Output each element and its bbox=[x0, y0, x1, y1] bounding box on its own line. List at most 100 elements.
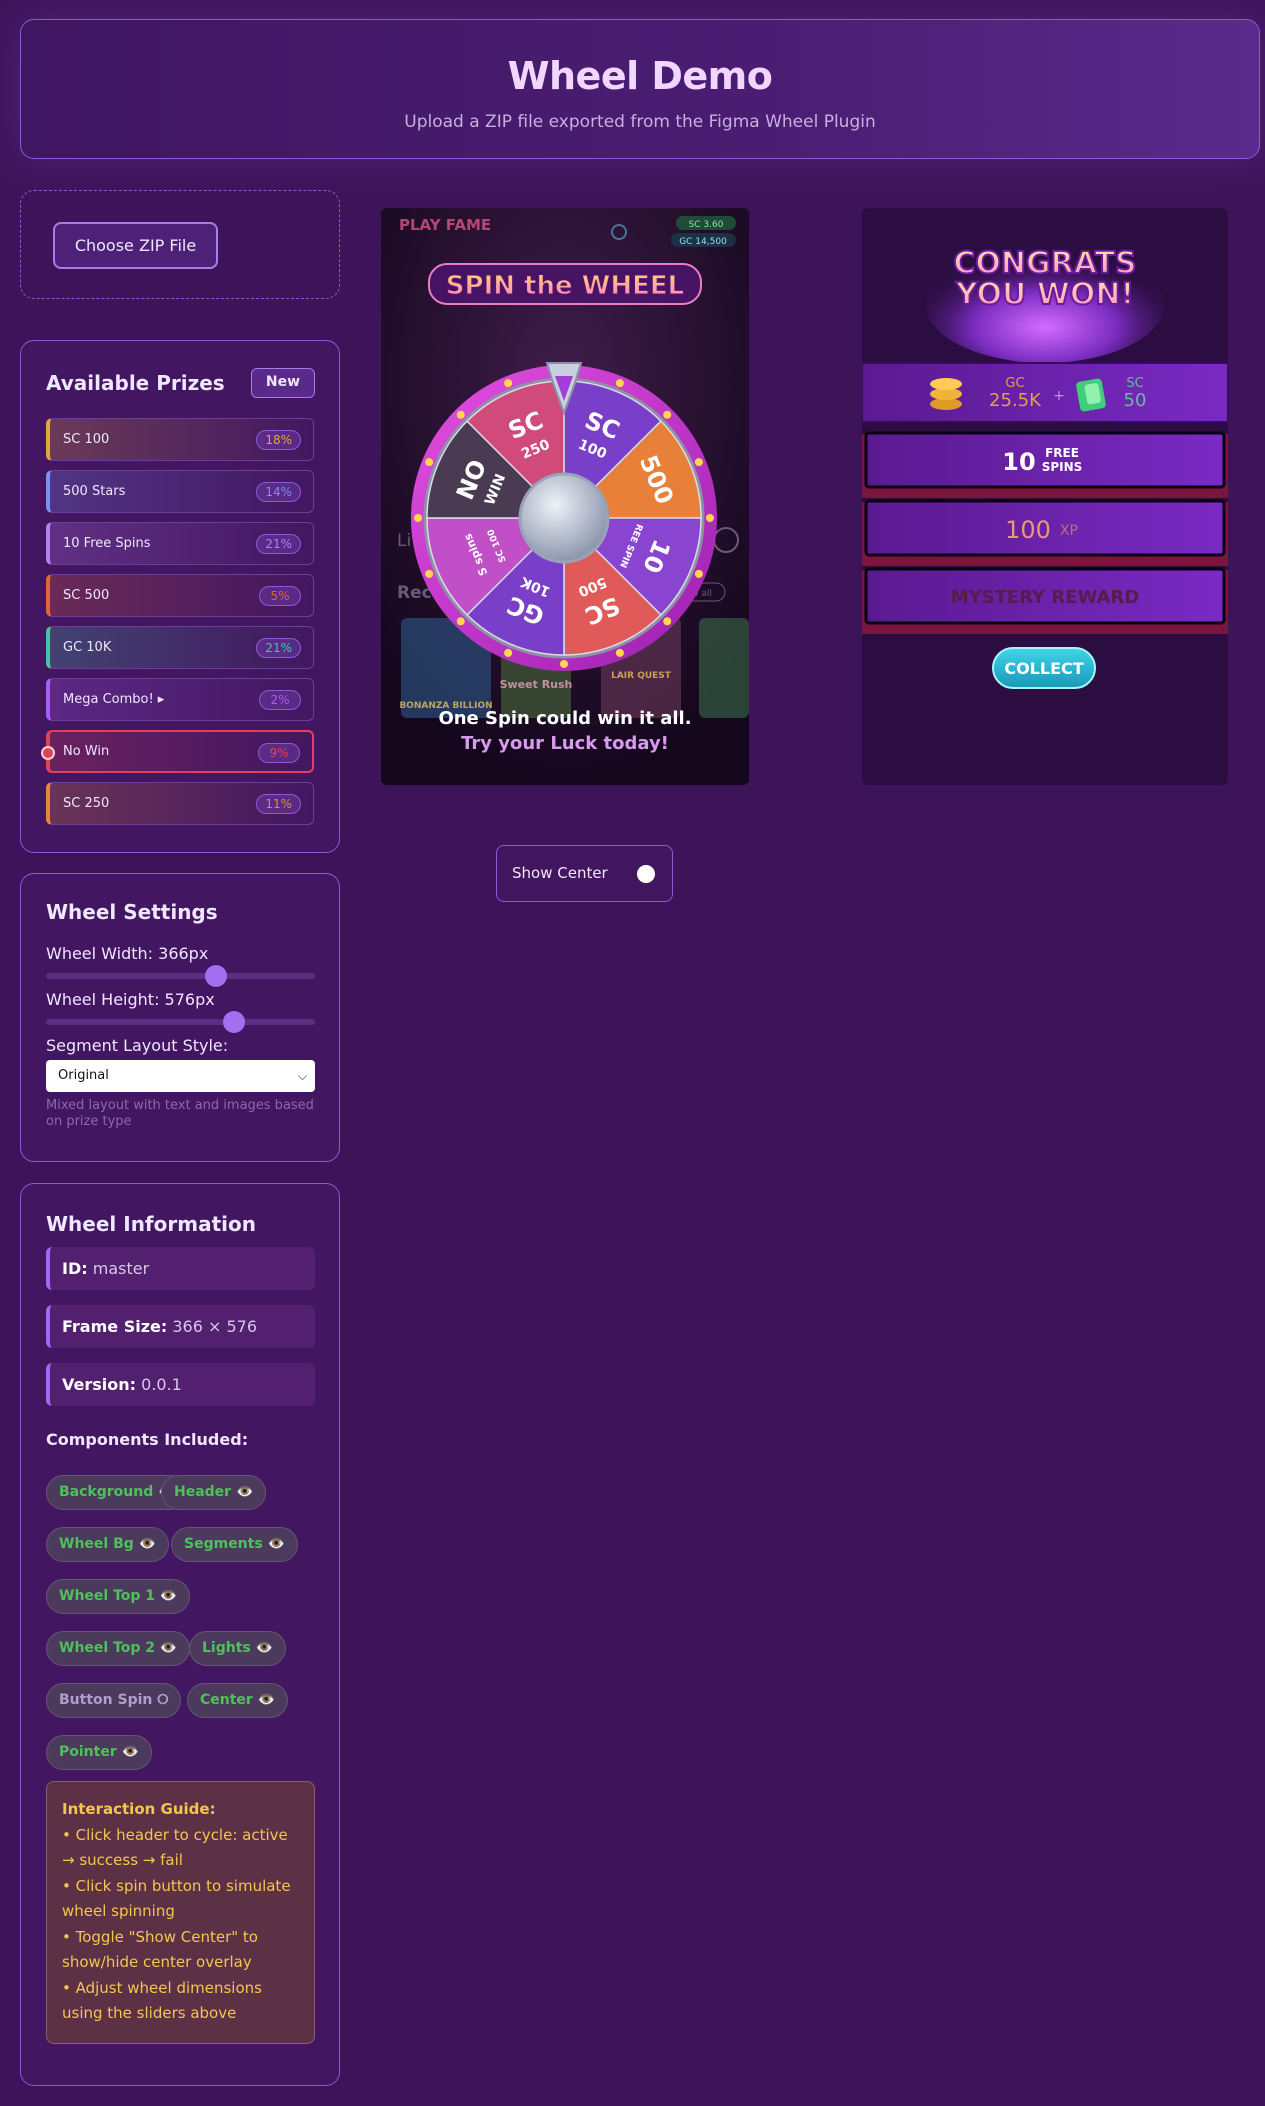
components-title: Components Included: bbox=[46, 1430, 249, 1449]
header-card[interactable]: Wheel Demo Upload a ZIP file exported fr… bbox=[20, 19, 1260, 159]
info-frame-label: Frame Size: bbox=[62, 1317, 168, 1336]
prize-list: SC 100 18% 500 Stars 14% 10 Free Spins 21% SC … bbox=[41, 418, 314, 834]
sc-balance: SC 3.60 bbox=[689, 220, 724, 230]
sc-reward-value: 50 bbox=[1124, 390, 1147, 411]
collect-label: COLLECT bbox=[1004, 659, 1083, 678]
bg-word: Sweet Rush bbox=[500, 678, 573, 691]
brand-logo: PLAY FAME bbox=[399, 216, 491, 234]
prize-percentage-badge: 9% bbox=[258, 743, 300, 763]
prize-item[interactable]: 500 Stars 14% bbox=[46, 470, 314, 513]
rim-light bbox=[615, 648, 624, 657]
guide-line: • Click spin button to simulate wheel sp… bbox=[62, 1876, 291, 1921]
rim-light bbox=[694, 458, 703, 467]
prize-label: 10 Free Spins bbox=[63, 536, 151, 551]
segment-layout-select[interactable]: Original ⌵ bbox=[46, 1060, 315, 1092]
rim-light bbox=[615, 379, 624, 388]
segment-layout-label: Segment Layout Style: bbox=[46, 1036, 229, 1055]
prize-percentage-badge: 11% bbox=[256, 794, 301, 814]
component-chip[interactable]: Header 👁️ bbox=[161, 1475, 267, 1510]
prize-wheel: SC10050010REE SPINSC500GC10KS spinsSC 10… bbox=[411, 362, 717, 671]
show-center-label: Show Center bbox=[512, 864, 608, 882]
info-version-row: Version: 0.0.1 bbox=[46, 1363, 315, 1406]
wheel-center-hub bbox=[518, 472, 610, 564]
mystery-reward-label: MYSTERY REWARD bbox=[951, 587, 1140, 608]
guide-title: Interaction Guide: bbox=[62, 1800, 216, 1818]
wheel-height-slider[interactable] bbox=[46, 1011, 315, 1033]
rim-light bbox=[425, 569, 434, 578]
bg-word: Rec bbox=[397, 583, 432, 603]
interaction-guide: Interaction Guide: • Click header to cyc… bbox=[46, 1781, 315, 2044]
info-version-label: Version: bbox=[62, 1375, 137, 1394]
prize-item[interactable]: GC 10K 21% bbox=[46, 626, 314, 669]
prize-percentage-badge: 18% bbox=[256, 430, 301, 450]
info-id-row: ID: master bbox=[46, 1247, 315, 1290]
prize-item[interactable]: SC 100 18% bbox=[46, 418, 314, 461]
upload-panel: Choose ZIP File bbox=[20, 190, 340, 299]
wheel-height-slider-thumb[interactable] bbox=[223, 1011, 246, 1033]
guide-line: • Toggle "Show Center" to show/hide cent… bbox=[62, 1927, 258, 1972]
plus-sign: + bbox=[1053, 388, 1065, 404]
wheel-preview-graphic: PLAY FAME SC 3.60 GC 14,500 SPIN the WHE… bbox=[381, 208, 749, 785]
info-id-label: ID: bbox=[62, 1259, 88, 1278]
info-version-value: 0.0.1 bbox=[141, 1375, 182, 1394]
component-chip[interactable]: Center 👁️ bbox=[187, 1683, 289, 1718]
xp-value: 100 bbox=[1005, 516, 1051, 544]
gc-balance: GC 14,500 bbox=[679, 237, 727, 247]
rim-light bbox=[663, 410, 672, 419]
prize-percentage-badge: 21% bbox=[256, 534, 301, 554]
show-center-toggle[interactable]: Show Center bbox=[496, 845, 673, 902]
prize-percentage-badge: 5% bbox=[259, 586, 301, 606]
rim-light bbox=[456, 410, 465, 419]
component-chip[interactable]: Segments 👁️ bbox=[171, 1527, 298, 1562]
available-prizes-panel: Available Prizes New SC 100 18% 500 Stars 1… bbox=[20, 340, 340, 853]
guide-line: • Adjust wheel dimensions using the slid… bbox=[62, 1978, 262, 2023]
guide-line: • Click header to cycle: active → succes… bbox=[62, 1825, 288, 1870]
congrats-title-2: YOU WON! bbox=[955, 277, 1134, 312]
prize-item[interactable]: 10 Free Spins 21% bbox=[46, 522, 314, 565]
segment-layout-value: Original bbox=[58, 1068, 109, 1083]
xp-label: XP bbox=[1060, 523, 1078, 539]
prize-item[interactable]: SC 250 11% bbox=[46, 782, 314, 825]
sc-reward-label: SC bbox=[1126, 376, 1143, 391]
prize-label: No Win bbox=[63, 744, 110, 759]
show-center-switch[interactable] bbox=[637, 865, 655, 883]
rim-light bbox=[706, 514, 714, 522]
rim-light bbox=[560, 660, 568, 668]
prize-percentage-badge: 21% bbox=[256, 638, 301, 658]
wheel-preview[interactable]: PLAY FAME SC 3.60 GC 14,500 SPIN the WHE… bbox=[381, 208, 749, 785]
component-chip[interactable]: Wheel Top 2 👁️ bbox=[46, 1631, 191, 1666]
choose-zip-button[interactable]: Choose ZIP File bbox=[53, 222, 218, 269]
info-id-value: master bbox=[92, 1259, 150, 1278]
prize-label: 500 Stars bbox=[63, 484, 126, 499]
rim-light bbox=[456, 617, 465, 626]
component-chip[interactable]: Wheel Top 1 👁️ bbox=[46, 1579, 191, 1614]
prize-percentage-badge: 14% bbox=[256, 482, 301, 502]
prize-label: SC 250 bbox=[63, 796, 110, 811]
free-spins-label-1: FREE bbox=[1045, 446, 1079, 460]
prize-item[interactable]: No Win 9% bbox=[41, 730, 314, 773]
wheel-information-panel: Wheel Information ID: master Frame Size:… bbox=[20, 1183, 340, 2086]
component-chip[interactable]: Button Spin ⭘ bbox=[46, 1683, 182, 1718]
settings-title: Wheel Settings bbox=[46, 900, 218, 924]
component-chip[interactable]: Pointer 👁️ bbox=[46, 1735, 153, 1770]
prize-item[interactable]: SC 500 5% bbox=[46, 574, 314, 617]
page-title: Wheel Demo bbox=[507, 54, 773, 98]
prize-label: Mega Combo! ▸ bbox=[63, 692, 165, 707]
component-chip[interactable]: Lights 👁️ bbox=[189, 1631, 287, 1666]
bg-word: LAIR QUEST bbox=[611, 671, 672, 681]
prize-label: GC 10K bbox=[63, 640, 112, 655]
gc-reward-label: GC bbox=[1005, 376, 1024, 391]
wheel-width-slider-thumb[interactable] bbox=[205, 965, 228, 987]
rim-light bbox=[663, 617, 672, 626]
info-frame-value: 366 × 576 bbox=[172, 1317, 258, 1336]
rim-light bbox=[414, 514, 422, 522]
info-title: Wheel Information bbox=[46, 1212, 256, 1236]
gc-reward-value: 25.5K bbox=[989, 390, 1042, 411]
wheel-width-slider[interactable] bbox=[46, 965, 315, 987]
new-prize-button[interactable]: New bbox=[251, 368, 315, 398]
tagline-1: One Spin could win it all. bbox=[438, 708, 691, 729]
prize-item[interactable]: Mega Combo! ▸ 2% bbox=[46, 678, 314, 721]
component-chip[interactable]: Wheel Bg 👁️ bbox=[46, 1527, 170, 1562]
wheel-settings-panel: Wheel Settings Wheel Width: 366px Wheel … bbox=[20, 873, 340, 1162]
prize-label: SC 100 bbox=[63, 432, 110, 447]
